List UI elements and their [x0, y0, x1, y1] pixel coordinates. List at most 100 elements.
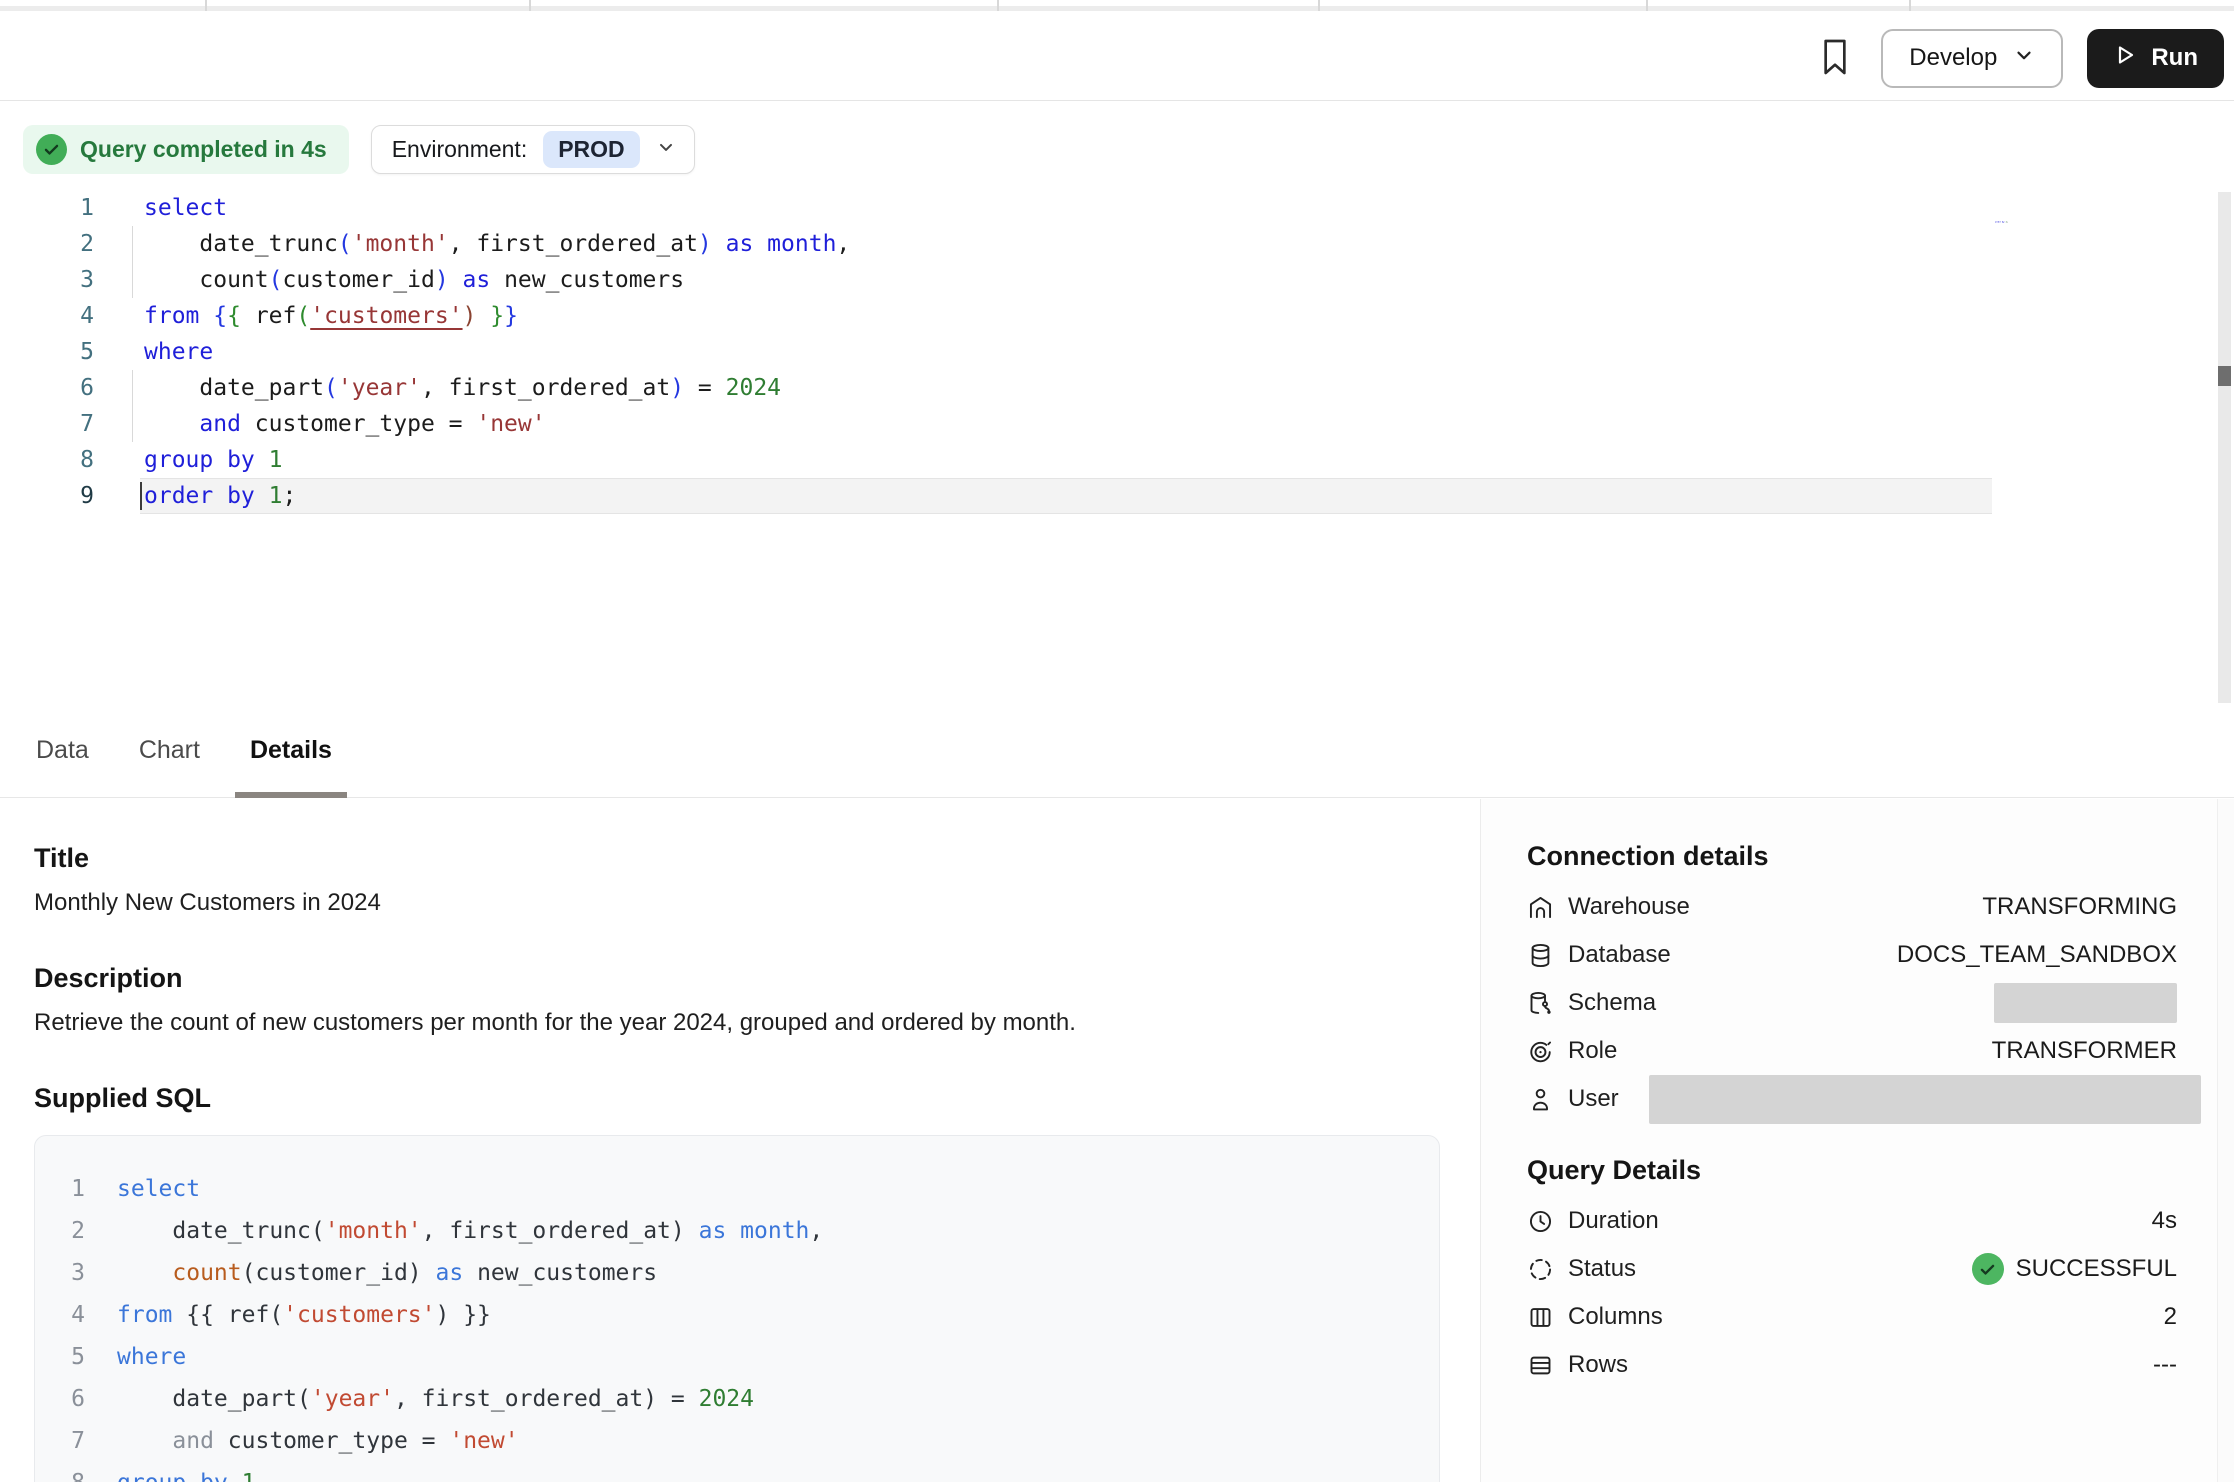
user-icon — [1527, 1086, 1554, 1113]
detail-row: Schema — [1527, 979, 2177, 1027]
code-token: customer_id — [282, 267, 434, 293]
detail-label: Rows — [1568, 1351, 1628, 1379]
code-token: , first_ordered_at — [449, 231, 698, 257]
tab-data[interactable]: Data — [36, 704, 89, 798]
code-line: 7 and customer_type = 'new' — [35, 1420, 1439, 1462]
code-text: date_part('year', first_ordered_at) = 20… — [144, 370, 781, 406]
code-token: 2024 — [699, 1386, 754, 1412]
code-token: ; — [283, 483, 297, 509]
code-token: ref — [241, 303, 296, 329]
detail-label: Schema — [1568, 989, 1656, 1017]
code-token: group by — [117, 1470, 228, 1482]
code-token: ) }} — [436, 1302, 491, 1328]
warehouse-icon — [1527, 894, 1554, 921]
code-token: } — [504, 303, 518, 329]
code-text: from {{ ref('customers') }} — [144, 298, 518, 334]
code-token — [117, 1428, 172, 1454]
editor-code-area[interactable]: 1select2 date_trunc('month', first_order… — [0, 190, 2234, 514]
description-value: Retrieve the count of new customers per … — [34, 1009, 1440, 1037]
line-number: 6 — [35, 1378, 85, 1420]
run-button[interactable]: Run — [2087, 29, 2224, 88]
schema-icon — [1527, 990, 1554, 1017]
code-line: 6 date_part('year', first_ordered_at) = … — [35, 1378, 1439, 1420]
tab-chart[interactable]: Chart — [139, 704, 200, 798]
environment-dropdown[interactable]: Environment: PROD — [371, 125, 695, 174]
code-token: date_part( — [117, 1386, 311, 1412]
develop-menu-button[interactable]: Develop — [1881, 29, 2063, 88]
code-token: date_trunc( — [117, 1218, 325, 1244]
tab-details[interactable]: Details — [250, 704, 332, 798]
code-token: date_trunc — [144, 231, 338, 257]
code-line: 6 date_part('year', first_ordered_at) = … — [0, 370, 2234, 406]
code-token: { — [213, 303, 227, 329]
code-line: 3 count(customer_id) as new_customers — [35, 1252, 1439, 1294]
code-token — [449, 267, 463, 293]
scrollbar-thumb[interactable] — [2218, 366, 2231, 386]
code-token: count — [144, 267, 269, 293]
code-token: count — [172, 1260, 241, 1286]
code-token: , first_ordered_at — [421, 375, 670, 401]
check-circle-icon — [36, 134, 67, 165]
code-text: group by 1 — [144, 442, 283, 478]
toolbar: Develop Run — [0, 16, 2234, 101]
code-token: 'new' — [449, 1428, 518, 1454]
line-number: 6 — [0, 370, 94, 406]
code-token: , first_ordered_at) — [422, 1218, 699, 1244]
detail-label: Columns — [1568, 1303, 1663, 1331]
code-token: } — [490, 303, 504, 329]
right-panel-scrollbar[interactable] — [2217, 799, 2234, 1482]
detail-label: Duration — [1568, 1207, 1659, 1235]
detail-row: Duration4s — [1527, 1197, 2177, 1245]
code-token: { — [227, 303, 241, 329]
code-token — [476, 303, 490, 329]
sql-editor[interactable]: 1select2 date_trunc('month', first_order… — [0, 190, 2234, 704]
detail-label: Warehouse — [1568, 893, 1690, 921]
line-number: 8 — [35, 1462, 85, 1482]
code-token: ( — [269, 267, 283, 293]
rows-icon — [1527, 1352, 1554, 1379]
detail-label: User — [1568, 1085, 1619, 1113]
supplied-sql-heading: Supplied SQL — [34, 1083, 1440, 1113]
code-token: as month — [699, 1218, 810, 1244]
code-token — [144, 411, 199, 437]
detail-value: SUCCESSFUL — [2016, 1255, 2177, 1283]
code-token: new_customers — [490, 267, 684, 293]
code-text: date_trunc('month', first_ordered_at) as… — [117, 1210, 823, 1252]
editor-scrollbar[interactable] — [2218, 192, 2231, 703]
code-line: 8group by 1 — [0, 442, 2234, 478]
details-left-pane: Title Monthly New Customers in 2024 Desc… — [0, 799, 1480, 1482]
tab-separator — [529, 0, 531, 11]
code-token: 'year' — [338, 375, 421, 401]
code-token — [712, 231, 726, 257]
code-text: from {{ ref('customers') }} — [117, 1294, 491, 1336]
editor-minimap[interactable]: select date_trunc('month', first_ordered… — [1995, 204, 2113, 248]
line-number: 2 — [0, 226, 94, 262]
code-line: 8group by 1 — [35, 1462, 1439, 1482]
status-row: Query completed in 4s Environment: PROD — [23, 125, 695, 174]
line-number: 1 — [35, 1168, 85, 1210]
bookmark-button[interactable] — [1813, 36, 1857, 80]
duration-icon — [1527, 1208, 1554, 1235]
code-token: date_part — [144, 375, 324, 401]
code-token — [117, 1260, 172, 1286]
line-number: 9 — [0, 478, 94, 514]
tab-separator — [997, 0, 999, 11]
code-token: customer_type = — [214, 1428, 449, 1454]
minimap-line: order by 1; — [1995, 220, 2113, 223]
connection-details-rows: WarehouseTRANSFORMINGDatabaseDOCS_TEAM_S… — [1527, 883, 2177, 1123]
code-line: 5where — [0, 334, 2234, 370]
bookmark-icon — [1819, 38, 1851, 79]
code-token: 1 — [269, 483, 283, 509]
code-token: 1 — [269, 447, 283, 473]
detail-value: TRANSFORMING — [1982, 893, 2177, 921]
query-status-badge: Query completed in 4s — [23, 125, 349, 174]
detail-value: --- — [2153, 1351, 2177, 1379]
tab-separator — [1909, 0, 1911, 11]
environment-label: Environment: — [392, 136, 528, 163]
code-token: select — [117, 1176, 200, 1202]
line-number: 5 — [0, 334, 94, 370]
line-number: 2 — [35, 1210, 85, 1252]
detail-row: StatusSUCCESSFUL — [1527, 1245, 2177, 1293]
code-text: select — [117, 1168, 200, 1210]
line-number: 4 — [0, 298, 94, 334]
